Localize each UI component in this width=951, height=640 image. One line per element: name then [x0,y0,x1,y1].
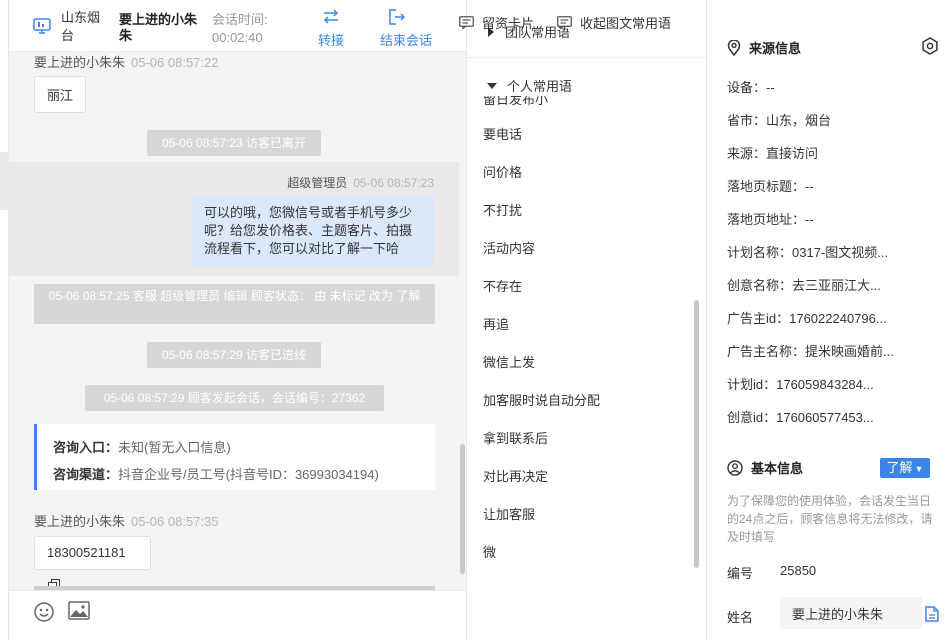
collapse-phrases-label: 收起图文常用语 [580,16,672,31]
source-info-title: 来源信息 [727,38,801,57]
consult-entry-label: 咨询入口： [53,440,119,455]
visitor-name: 要上进的小朱朱 [119,12,198,43]
chat-scrollbar[interactable] [460,444,465,574]
consult-channel-label: 咨询渠道： [53,467,119,482]
consult-channel-value: 抖音企业号/员工号(抖音号ID：36993034194) [118,467,379,482]
chat-header: 山东烟台 要上进的小朱朱 会话时间: 00:02:40 转接 结束会话 [9,0,466,52]
basic-info-title: 基本信息 [727,458,803,477]
sender-name: 要上进的小朱朱 [34,55,126,70]
system-message-session: 05-06 08:57:29 顾客发起会话，会话编号：27362 [85,385,384,411]
chat-toolbar [9,590,466,640]
transfer-button[interactable]: 转接 [315,8,347,49]
personal-phrases-label: 个人常用语 [507,79,573,94]
phrase-item[interactable]: 让加客服 [483,504,535,523]
consult-channel-row: 咨询渠道：抖音企业号/员工号(抖音号ID：36993034194) [53,461,419,488]
session-time-label: 会话时间: [212,12,268,27]
session-time: 00:02:40 [212,30,263,45]
collapse-phrases-button[interactable]: 收起图文常用语 [557,13,671,32]
visitor-phone: 18300521181 [47,545,126,560]
visitor-phone-bubble: 18300521181 [34,536,151,590]
agent-name: 超级管理员 [287,176,348,190]
logout-icon [389,9,406,25]
phrase-item[interactable]: 微信上发 [483,352,535,371]
image-icon[interactable] [68,601,90,621]
emoji-icon[interactable] [33,601,55,623]
message-icon [557,16,572,29]
caret-down-icon [487,82,497,89]
message-sender: 要上进的小朱朱 05-06 08:57:35 [34,511,218,530]
card-icon [459,16,474,29]
settings-icon[interactable] [921,37,939,55]
edit-notice: 为了保障您的使用体验，会话发生当日的24点之后，顾客信息将无法修改，请及时填写 [727,494,933,544]
phrases-panel: 团队常用语 个人常用语 留日发布小 要电话 问价格 不打扰 活动内容 不存在 再… [467,0,707,640]
device-field: 设备：-- [727,80,775,95]
source-info-label: 来源信息 [749,41,802,56]
user-circle-icon [727,459,743,476]
consult-info-card: 咨询入口：未知(暂无入口信息) 咨询渠道：抖音企业号/员工号(抖音号ID：369… [34,424,435,490]
province-field: 省市：山东，烟台 [727,113,832,128]
personal-phrases-group[interactable]: 个人常用语 [487,76,572,95]
message-time: 05-06 08:57:35 [131,514,219,529]
message-sender: 要上进的小朱朱 05-06 08:57:22 [34,52,218,71]
caret-down-icon: ▼ [914,464,924,474]
lead-card-button[interactable]: 留资卡片 [459,13,534,32]
source-field: 来源：直接访问 [727,146,819,161]
system-message-status-edit: 05-06 08:57:25 客服 超级管理员 编辑 顾客状态： 由 未标记 改… [34,284,435,324]
phrase-item[interactable]: 不打扰 [483,200,522,219]
system-message-enter: 05-06 08:57:29 访客已进线 [147,342,321,368]
name-input[interactable] [780,597,922,629]
advertiser-id-field: 广告主id：176022240796... [727,311,887,326]
message-time: 05-06 08:57:22 [131,55,219,70]
consult-entry-row: 咨询入口：未知(暂无入口信息) [53,434,419,461]
landing-title-field: 落地页标题：-- [727,179,814,194]
group-divider [467,57,706,58]
phrase-item[interactable]: 微 [483,542,496,561]
chat-panel: 山东烟台 要上进的小朱朱 会话时间: 00:02:40 转接 结束会话 要上进的… [9,0,467,640]
phrase-item[interactable]: 加客服时说自动分配 [483,390,600,409]
creative-id-field: 创意id：176060577453... [727,410,874,425]
phrase-item[interactable]: 不存在 [483,276,522,295]
phrases-scrollbar[interactable] [694,300,699,568]
lead-card-label: 留资卡片 [482,16,535,31]
left-edge-marker [0,152,8,210]
plan-name-field: 计划名称：0317-图文视频... [727,245,889,260]
location-pin-icon [727,39,741,56]
phrase-item-cut[interactable]: 留日发布小 [483,96,548,108]
phrase-item[interactable]: 拿到联系后 [483,428,548,447]
end-session-label: 结束会话 [379,33,432,48]
transfer-label: 转接 [317,33,344,48]
customer-status-value: 了解 [886,460,913,475]
phrase-item[interactable]: 要电话 [483,124,522,143]
advertiser-name-field: 广告主名称：提米映画婚前... [727,344,894,359]
number-label: 编号 [727,566,754,581]
number-value: 25850 [780,563,817,578]
document-icon[interactable] [925,606,939,622]
message-list[interactable]: 要上进的小朱朱 05-06 08:57:22 丽江 05-06 08:57:23 … [9,52,466,590]
agent-message-row: 超级管理员 05-06 08:57:23 可以的哦，您微信号或者手机号多少呢？给您… [9,162,459,276]
name-label: 姓名 [727,610,754,625]
visitor-region: 山东烟台 [61,10,101,43]
creative-name-field: 创意名称：去三亚丽江大... [727,278,881,293]
left-edge-strip [0,0,9,640]
system-message-left: 05-06 08:57:23 访客已离开 [147,130,321,156]
plan-id-field: 计划id：176059843284... [727,377,874,392]
customer-status-dropdown[interactable]: 了解 ▼ [880,458,930,478]
phrase-item[interactable]: 再追 [483,314,509,333]
agent-message-time: 05-06 08:57:23 [353,176,434,190]
customer-info-panel: 来源信息 设备：-- 省市：山东，烟台 来源：直接访问 落地页标题：-- 落地页… [707,0,951,640]
phrase-list[interactable]: 留日发布小 要电话 问价格 不打扰 活动内容 不存在 再追 微信上发 加客服时说… [467,96,706,590]
consult-entry-value: 未知(暂无入口信息) [118,440,231,455]
transfer-icon [323,9,339,24]
basic-info-label: 基本信息 [751,461,804,476]
visitor-message-bubble: 丽江 [34,76,87,113]
sender-name: 要上进的小朱朱 [34,514,126,529]
phrase-item[interactable]: 对比再决定 [483,466,548,485]
landing-url-field: 落地页地址：-- [727,212,814,227]
agent-sender: 超级管理员 05-06 08:57:23 [287,174,434,191]
monitor-icon [33,18,51,34]
phrase-item[interactable]: 活动内容 [483,238,535,257]
end-session-button[interactable]: 结束会话 [377,8,435,49]
agent-message-bubble: 可以的哦，您微信号或者手机号多少呢？给您发价格表、主题客片、拍摄流程看下，您可以… [192,196,434,266]
phrase-item[interactable]: 问价格 [483,162,522,181]
